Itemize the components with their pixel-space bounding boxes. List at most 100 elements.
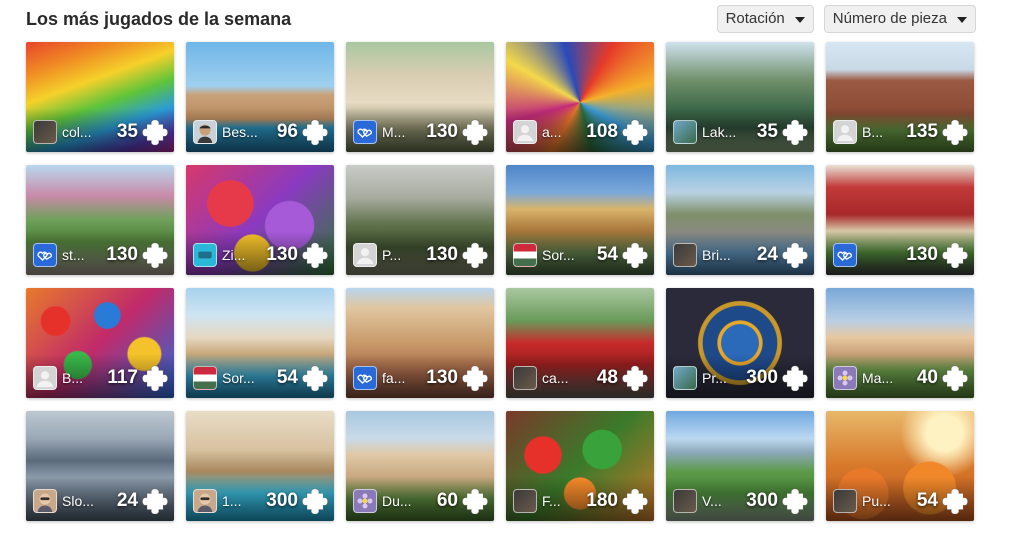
user-photo-icon[interactable] xyxy=(33,120,57,144)
puzzle-tile[interactable]: Ma... 40 xyxy=(826,288,974,398)
piece-count: 300 xyxy=(746,367,778,388)
puzzle-author[interactable]: ca... xyxy=(542,370,568,386)
user-photo-icon[interactable] xyxy=(833,489,857,513)
puzzle-piece-icon xyxy=(942,365,969,392)
puzzle-tile[interactable]: 1... 300 xyxy=(186,411,334,521)
hearts-avatar-icon[interactable] xyxy=(353,366,377,390)
puzzle-author[interactable]: B... xyxy=(62,370,83,386)
puzzle-author[interactable]: fa... xyxy=(382,370,405,386)
flower-avatar-icon[interactable] xyxy=(833,366,857,390)
user-photo-icon[interactable] xyxy=(513,489,537,513)
hearts-avatar-icon[interactable] xyxy=(33,243,57,267)
user-photo-icon[interactable] xyxy=(33,489,57,513)
puzzle-tile[interactable]: a... 108 xyxy=(506,42,654,152)
puzzle-author[interactable]: Zi... xyxy=(222,247,245,263)
puzzle-piece-icon xyxy=(142,119,169,146)
puzzle-tile[interactable]: F... 180 xyxy=(506,411,654,521)
puzzle-tile[interactable]: Sor... 54 xyxy=(506,165,654,275)
puzzle-piece-icon xyxy=(462,119,489,146)
chevron-down-icon xyxy=(957,17,967,23)
piece-count: 300 xyxy=(266,490,298,511)
user-photo-icon[interactable] xyxy=(673,366,697,390)
user-photo-icon[interactable] xyxy=(673,120,697,144)
default-user-icon[interactable] xyxy=(33,366,57,390)
user-photo-icon[interactable] xyxy=(513,366,537,390)
puzzle-author[interactable]: Pr... xyxy=(702,370,727,386)
puzzle-author[interactable]: Bes... xyxy=(222,124,258,140)
puzzle-grid: col... 35 Bes... 96 M... 130 a... 108 Lak... 35 B.… xyxy=(26,42,974,521)
rotation-select[interactable]: Rotación xyxy=(716,5,814,33)
piece-count: 180 xyxy=(586,490,618,511)
puzzle-piece-icon xyxy=(302,488,329,515)
puzzle-author[interactable]: Pu... xyxy=(862,493,891,509)
puzzle-author[interactable]: F... xyxy=(542,493,561,509)
puzzle-author[interactable]: P... xyxy=(382,247,401,263)
app-logo-icon[interactable] xyxy=(193,243,217,267)
puzzle-tile[interactable]: V... 300 xyxy=(666,411,814,521)
puzzle-piece-icon xyxy=(142,488,169,515)
piece-count: 135 xyxy=(906,121,938,142)
puzzle-author[interactable]: Sor... xyxy=(222,370,255,386)
puzzle-tile[interactable]: Lak... 35 xyxy=(666,42,814,152)
piece-count-select[interactable]: Número de pieza xyxy=(823,5,976,33)
puzzle-author[interactable]: 1... xyxy=(222,493,241,509)
puzzle-tile[interactable]: fa... 130 xyxy=(346,288,494,398)
puzzle-author[interactable]: M... xyxy=(382,124,405,140)
piece-count: 60 xyxy=(436,490,458,511)
default-user-icon[interactable] xyxy=(513,120,537,144)
puzzle-tile[interactable]: Sor... 54 xyxy=(186,288,334,398)
puzzle-tile[interactable]: 130 xyxy=(826,165,974,275)
puzzle-tile[interactable]: Bri... 24 xyxy=(666,165,814,275)
default-user-icon[interactable] xyxy=(833,120,857,144)
puzzle-tile[interactable]: P... 130 xyxy=(346,165,494,275)
puzzle-piece-icon xyxy=(782,365,809,392)
puzzle-tile[interactable]: col... 35 xyxy=(26,42,174,152)
puzzle-author[interactable]: col... xyxy=(62,124,92,140)
puzzle-tile[interactable]: st... 130 xyxy=(26,165,174,275)
piece-count: 24 xyxy=(756,244,778,265)
puzzle-tile[interactable]: Du... 60 xyxy=(346,411,494,521)
puzzle-author[interactable]: Slo... xyxy=(62,493,94,509)
piece-count: 54 xyxy=(596,244,618,265)
hungary-flag-icon[interactable] xyxy=(193,366,217,390)
puzzle-piece-icon xyxy=(462,365,489,392)
piece-count-select-label: Número de pieza xyxy=(832,10,947,27)
puzzle-author[interactable]: st... xyxy=(62,247,85,263)
hungary-flag-icon[interactable] xyxy=(513,243,537,267)
puzzle-piece-icon xyxy=(622,119,649,146)
puzzle-author[interactable]: Ma... xyxy=(862,370,893,386)
puzzle-author[interactable]: Sor... xyxy=(542,247,575,263)
puzzle-piece-icon xyxy=(302,365,329,392)
puzzle-piece-icon xyxy=(782,488,809,515)
piece-count: 35 xyxy=(116,121,138,142)
puzzle-author[interactable]: Du... xyxy=(382,493,412,509)
user-photo-icon[interactable] xyxy=(193,120,217,144)
puzzle-author[interactable]: B... xyxy=(862,124,883,140)
hearts-avatar-icon[interactable] xyxy=(833,243,857,267)
default-user-icon[interactable] xyxy=(353,243,377,267)
user-photo-icon[interactable] xyxy=(673,489,697,513)
piece-count: 40 xyxy=(916,367,938,388)
puzzle-tile[interactable]: B... 117 xyxy=(26,288,174,398)
puzzle-tile[interactable]: Zi... 130 xyxy=(186,165,334,275)
puzzle-piece-icon xyxy=(622,488,649,515)
user-photo-icon[interactable] xyxy=(673,243,697,267)
puzzle-tile[interactable]: B... 135 xyxy=(826,42,974,152)
puzzle-tile[interactable]: Slo... 24 xyxy=(26,411,174,521)
rotation-select-label: Rotación xyxy=(725,10,785,27)
puzzle-author[interactable]: V... xyxy=(702,493,722,509)
puzzle-piece-icon xyxy=(142,365,169,392)
puzzle-tile[interactable]: ca... 48 xyxy=(506,288,654,398)
puzzle-tile[interactable]: M... 130 xyxy=(346,42,494,152)
puzzle-piece-icon xyxy=(942,488,969,515)
puzzle-author[interactable]: a... xyxy=(542,124,561,140)
puzzle-tile[interactable]: Bes... 96 xyxy=(186,42,334,152)
puzzle-author[interactable]: Lak... xyxy=(702,124,736,140)
flower-avatar-icon[interactable] xyxy=(353,489,377,513)
piece-count: 130 xyxy=(426,367,458,388)
puzzle-author[interactable]: Bri... xyxy=(702,247,731,263)
puzzle-tile[interactable]: Pu... 54 xyxy=(826,411,974,521)
puzzle-tile[interactable]: Pr... 300 xyxy=(666,288,814,398)
user-photo-icon[interactable] xyxy=(193,489,217,513)
hearts-avatar-icon[interactable] xyxy=(353,120,377,144)
